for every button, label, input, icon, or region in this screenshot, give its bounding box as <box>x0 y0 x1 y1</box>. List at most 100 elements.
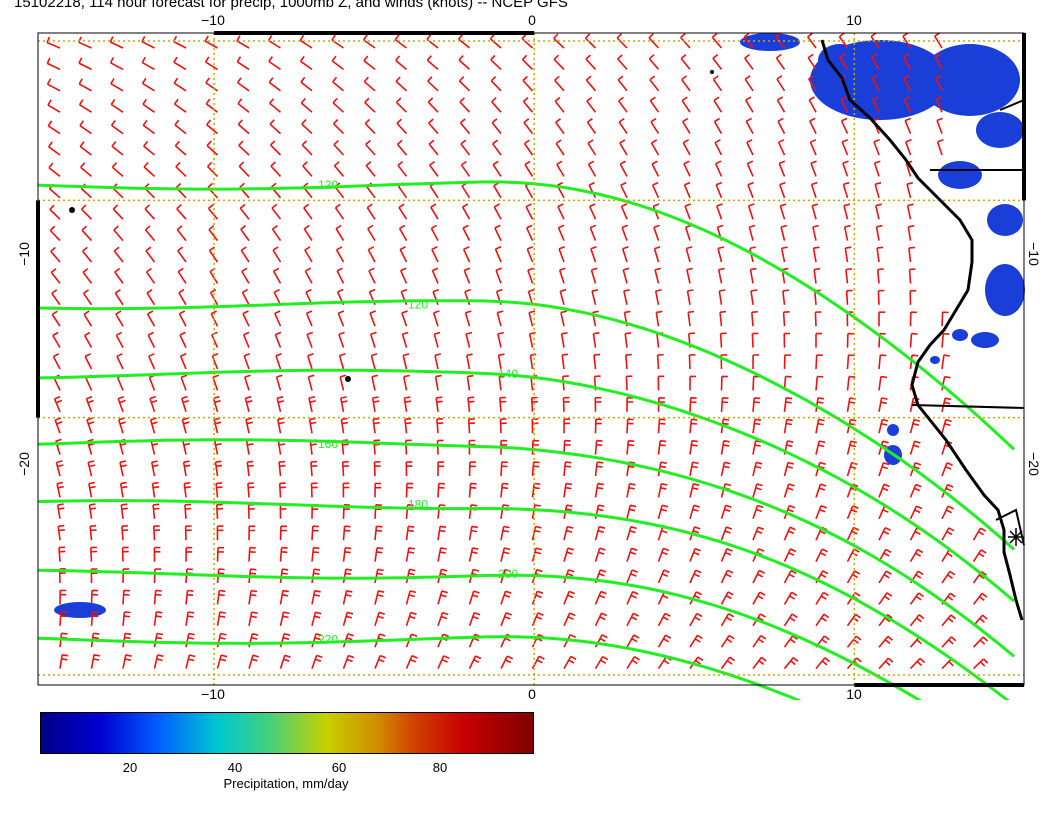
precip-area <box>887 424 899 436</box>
wind-barb <box>687 310 695 327</box>
wind-barb <box>405 482 414 498</box>
wind-barb <box>815 375 824 391</box>
wind-barb <box>51 289 61 306</box>
wind-barb <box>815 332 822 348</box>
wind-barb <box>648 54 660 70</box>
wind-barb <box>720 656 735 670</box>
wind-barb <box>747 181 754 199</box>
wind-barb <box>777 139 786 156</box>
wind-barb <box>563 590 575 605</box>
wind-barb <box>878 635 894 648</box>
wind-barb <box>153 568 162 584</box>
wind-barb <box>782 289 789 305</box>
wind-barb <box>141 56 155 71</box>
axis-label-left: −20 <box>15 452 32 476</box>
wind-barb <box>531 418 539 434</box>
wind-barb <box>142 98 155 113</box>
wind-barb <box>626 526 637 541</box>
wind-barb <box>874 181 882 199</box>
wind-barb <box>403 374 410 391</box>
wind-barb <box>563 525 574 541</box>
wind-barb <box>83 310 93 327</box>
wind-barb <box>873 160 881 177</box>
wind-barb <box>114 289 124 306</box>
wind-barb <box>811 203 819 220</box>
wind-barb <box>371 374 378 391</box>
wind-barb <box>840 117 849 134</box>
wind-barb <box>436 439 444 455</box>
wind-barb <box>649 75 660 92</box>
wind-barb <box>275 353 282 370</box>
wind-barb <box>808 96 817 113</box>
wind-barb <box>141 36 155 49</box>
wind-barb <box>82 289 93 306</box>
wind-barb <box>554 75 565 92</box>
wind-barb <box>113 225 124 242</box>
wind-barb <box>55 438 64 455</box>
wind-barb <box>248 611 258 626</box>
wind-barb <box>780 246 788 263</box>
wind-barb <box>204 56 218 71</box>
wind-barb <box>680 54 691 70</box>
wind-barb <box>207 161 219 177</box>
wind-barb <box>594 655 609 670</box>
wind-barb <box>590 267 598 284</box>
wind-barb <box>144 204 156 220</box>
wind-barb <box>81 246 93 263</box>
wind-barb <box>720 634 735 648</box>
contour-label: 120 <box>318 178 338 192</box>
wind-barb <box>689 397 697 412</box>
wind-barb <box>622 267 630 284</box>
wind-barb <box>745 96 754 113</box>
wind-barb <box>877 289 885 305</box>
wind-barb <box>467 418 475 434</box>
forecast-map[interactable]: 120 120 140 160 180 200 220 <box>0 0 1056 700</box>
wind-barb <box>311 525 319 541</box>
wind-barb <box>236 35 250 49</box>
wind-barb <box>404 417 412 434</box>
wind-barb <box>878 592 893 605</box>
wind-barb <box>85 395 94 413</box>
wind-barb <box>464 288 471 306</box>
wind-barb <box>399 246 408 263</box>
wind-barb <box>657 375 665 391</box>
wind-barb <box>177 246 187 263</box>
wind-barb <box>841 139 849 156</box>
wind-barb <box>626 547 638 562</box>
wind-barb <box>342 525 351 541</box>
wind-barb <box>274 310 282 327</box>
wind-barb <box>428 118 439 135</box>
wind-barb <box>712 75 723 92</box>
wind-barb <box>654 289 662 305</box>
wind-barb <box>144 183 156 199</box>
wind-barb <box>783 569 797 584</box>
wind-barb <box>876 246 884 263</box>
wind-barb <box>311 654 323 669</box>
wind-barb <box>365 161 376 177</box>
wind-barb <box>594 418 602 434</box>
wind-barb <box>682 117 691 135</box>
wind-barb <box>120 503 128 519</box>
wind-barb <box>683 160 691 177</box>
wind-barb <box>300 97 313 113</box>
wind-barb <box>815 483 827 498</box>
wind-barb <box>778 160 786 177</box>
wind-barb <box>46 36 61 49</box>
wind-barb <box>374 547 384 562</box>
wind-barb <box>813 267 821 284</box>
wind-barb <box>909 614 925 627</box>
wind-barb <box>275 374 283 391</box>
wind-barb <box>112 204 124 220</box>
wind-barb <box>240 246 250 263</box>
wind-barb <box>717 246 725 263</box>
wind-barb <box>342 482 350 498</box>
wind-barb <box>237 98 250 113</box>
wind-barb <box>908 268 916 284</box>
wind-barb <box>625 353 632 370</box>
axis-label-right: −20 <box>1025 452 1042 476</box>
wind-barb <box>906 181 914 198</box>
wind-barb <box>626 612 639 627</box>
wind-barb <box>878 657 894 670</box>
wind-barb <box>467 396 475 412</box>
wind-barb <box>650 139 660 156</box>
